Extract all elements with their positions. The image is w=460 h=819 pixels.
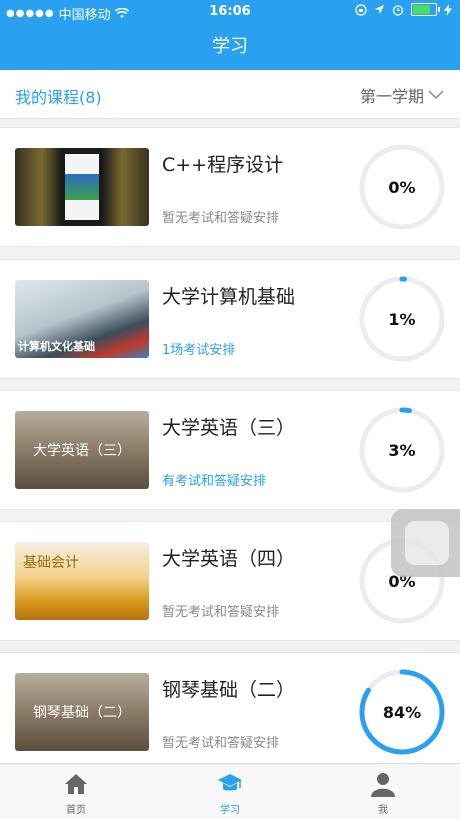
charging-icon xyxy=(444,3,452,16)
course-card[interactable]: 钢琴基础（二） 钢琴基础（二） 暂无考试和答疑安排 84% xyxy=(0,652,460,772)
tab-bar: 首页 学习 我 xyxy=(0,763,460,819)
my-courses-label: 我的课程(8) xyxy=(15,88,102,107)
course-exam-status: 暂无考试和答疑安排 xyxy=(162,605,280,620)
progress-ring: 1% xyxy=(358,275,446,363)
course-exam-status[interactable]: 1场考试安排 xyxy=(162,339,235,358)
course-title: 大学计算机基础 xyxy=(162,286,296,308)
tab-home-label: 首页 xyxy=(66,805,86,816)
course-thumbnail: 大学英语（三） xyxy=(15,411,149,489)
course-title: 钢琴基础（二） xyxy=(162,679,296,701)
floating-assistive-button[interactable] xyxy=(391,509,460,577)
course-thumbnail: 计算机文化基础 xyxy=(15,280,149,358)
user-icon xyxy=(371,773,395,797)
course-title: 大学英语（四） xyxy=(162,548,296,570)
course-thumbnail: 钢琴基础（二） xyxy=(15,673,149,751)
course-title: 大学英语（三） xyxy=(162,417,296,439)
rotation-lock-icon xyxy=(355,3,367,16)
tab-study-label: 学习 xyxy=(220,805,240,816)
course-title: C++程序设计 xyxy=(162,154,284,176)
graduation-cap-icon xyxy=(218,774,242,791)
course-thumbnail xyxy=(15,148,149,226)
course-exam-status: 暂无考试和答疑安排 xyxy=(162,736,280,751)
course-header: 我的课程(8) 第一学期 xyxy=(0,70,460,119)
course-thumbnail: 基础会计 xyxy=(15,542,149,620)
course-exam-status[interactable]: 有考试和答疑安排 xyxy=(162,470,266,489)
tab-me-label: 我 xyxy=(378,805,388,816)
course-exam-status: 暂无考试和答疑安排 xyxy=(162,211,280,226)
course-card[interactable]: 计算机文化基础 大学计算机基础 1场考试安排 1% xyxy=(0,259,460,379)
thumbnail-label: 计算机文化基础 xyxy=(18,340,95,353)
nav-title: 学习 xyxy=(0,24,460,70)
status-bar: ●●●●● 中国移动 16:06 xyxy=(0,0,460,24)
progress-ring: 0% xyxy=(358,143,446,231)
progress-ring: 3% xyxy=(358,406,446,494)
progress-label: 1% xyxy=(388,309,416,329)
thumbnail-label: 大学英语（三） xyxy=(33,443,131,459)
chevron-down-icon xyxy=(428,90,444,100)
battery-icon xyxy=(411,3,440,16)
tab-study[interactable]: 学习 xyxy=(180,764,280,819)
tab-me[interactable]: 我 xyxy=(333,764,433,819)
progress-label: 84% xyxy=(382,702,422,722)
course-card[interactable]: 大学英语（三） 大学英语（三） 有考试和答疑安排 3% xyxy=(0,390,460,510)
home-icon xyxy=(65,774,87,794)
thumbnail-label xyxy=(15,148,149,226)
alarm-icon xyxy=(392,4,404,16)
semester-selector[interactable]: 第一学期 xyxy=(360,83,444,107)
semester-label: 第一学期 xyxy=(359,87,424,106)
progress-label: 0% xyxy=(388,177,416,197)
course-card[interactable]: C++程序设计暂无考试和答疑安排 0% xyxy=(0,127,460,247)
thumbnail-label: 钢琴基础（二） xyxy=(33,705,131,721)
thumbnail-label: 基础会计 xyxy=(23,555,79,571)
tab-home[interactable]: 首页 xyxy=(26,764,126,819)
location-icon xyxy=(375,5,384,14)
progress-label: 3% xyxy=(388,440,416,460)
progress-ring: 84% xyxy=(358,668,446,756)
